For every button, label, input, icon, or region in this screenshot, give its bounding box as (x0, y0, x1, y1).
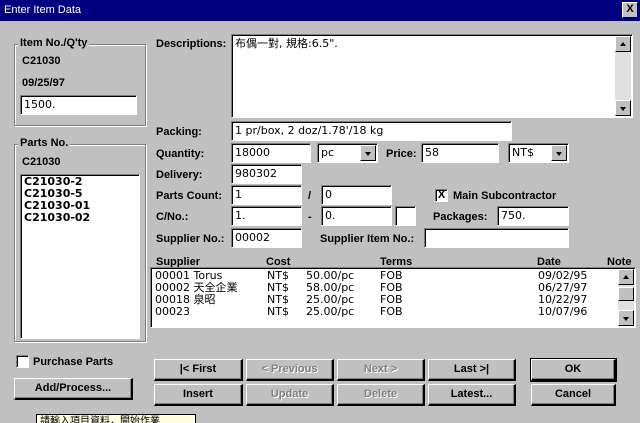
descriptions-label: Descriptions: (156, 38, 227, 50)
close-button[interactable]: X (622, 2, 638, 18)
last-button[interactable]: Last >| (428, 359, 516, 381)
grid-cell-cost: 25.00/pc (306, 305, 355, 318)
item-date-text: 09/25/97 (22, 77, 65, 89)
list-item[interactable]: C21030-02 (24, 212, 136, 224)
scroll-thumb[interactable] (618, 287, 634, 301)
supplier-item-no-input[interactable] (424, 228, 569, 248)
insert-button[interactable]: Insert (154, 384, 243, 406)
next-button[interactable]: Next > (337, 359, 425, 381)
parts-listbox[interactable]: C21030-2 C21030-5 C21030-01 C21030-02 (20, 174, 140, 339)
supplier-no-label: Supplier No.: (156, 233, 225, 245)
cno-to-input[interactable]: 0. (321, 206, 392, 226)
title-bar: Enter Item Data (0, 0, 640, 21)
qty-input[interactable]: 1500. (20, 95, 137, 115)
scroll-up-icon[interactable] (615, 36, 631, 52)
parts-count-separator: / (308, 190, 312, 202)
main-subcontractor-label: Main Subcontractor (453, 190, 557, 202)
cancel-button[interactable]: Cancel (531, 384, 616, 406)
descriptions-scrollbar[interactable] (615, 36, 631, 116)
scroll-down-icon[interactable] (618, 310, 634, 326)
price-input[interactable]: 58 (421, 143, 499, 163)
window-title: Enter Item Data (4, 4, 82, 16)
status-tooltip: 請輸入項目資料，開始作業 (36, 414, 196, 423)
update-button[interactable]: Update (246, 384, 334, 406)
quantity-input[interactable]: 18000 (231, 143, 311, 163)
cno-label: C/No.: (156, 211, 189, 223)
supplier-no-input[interactable]: 00002 (231, 228, 302, 248)
table-row[interactable]: 00023 NT$ 25.00/pc FOB 10/07/96 (151, 306, 619, 318)
delete-button[interactable]: Delete (337, 384, 425, 406)
scroll-down-icon[interactable] (615, 100, 631, 116)
chevron-down-icon[interactable] (551, 145, 567, 161)
cno-from-input[interactable]: 1. (231, 206, 302, 226)
delivery-label: Delivery: (156, 169, 203, 181)
status-text: 請輸入項目資料，開始作業 (40, 416, 160, 423)
grid-cell-terms: FOB (380, 305, 403, 318)
delivery-input[interactable]: 980302 (231, 164, 302, 184)
purchase-parts-label: Purchase Parts (33, 356, 114, 368)
currency-select[interactable]: NT$ (508, 143, 569, 163)
item-no-text: C21030 (22, 55, 61, 67)
currency-value: NT$ (512, 146, 534, 159)
ok-button[interactable]: OK (530, 358, 617, 382)
grid-cell-date: 10/07/96 (538, 305, 588, 318)
main-subcontractor-checkbox[interactable]: X (435, 189, 448, 202)
purchase-parts-checkbox[interactable] (16, 355, 29, 368)
parts-count-input[interactable]: 1 (231, 185, 302, 205)
packing-label: Packing: (156, 126, 202, 138)
descriptions-text: 布偶一對, 規格:6.5". (235, 37, 338, 50)
unit-value: pc (321, 146, 335, 159)
previous-button[interactable]: < Previous (246, 359, 334, 381)
parts-current-text: C21030 (22, 156, 61, 168)
scroll-up-icon[interactable] (618, 269, 634, 285)
grid-scrollbar[interactable] (618, 269, 634, 326)
chevron-down-icon[interactable] (360, 145, 376, 161)
descriptions-textarea[interactable]: 布偶一對, 規格:6.5". (231, 34, 633, 118)
parts-count-label: Parts Count: (156, 190, 222, 202)
packing-input[interactable]: 1 pr/box, 2 doz/1.78'/18 kg (231, 121, 512, 141)
price-label: Price: (386, 148, 417, 160)
item-qty-legend: Item No./Q'ty (18, 37, 90, 49)
first-button[interactable]: |< First (154, 359, 243, 381)
parts-no-legend: Parts No. (18, 137, 71, 149)
cno-separator: - (308, 211, 312, 223)
latest-button[interactable]: Latest... (428, 384, 516, 406)
grid-cell-supplier: 00023 (155, 305, 190, 318)
packages-label: Packages: (433, 211, 488, 223)
cno-suffix-input[interactable] (395, 206, 416, 226)
unit-select[interactable]: pc (317, 143, 378, 163)
quantity-label: Quantity: (156, 148, 205, 160)
parts-count-total-input[interactable]: 0 (321, 185, 392, 205)
supplier-item-no-label: Supplier Item No.: (320, 233, 415, 245)
packages-input[interactable]: 750. (497, 206, 569, 226)
add-process-button[interactable]: Add/Process... (14, 378, 133, 400)
supplier-grid[interactable]: 00001 Torus NT$ 50.00/pc FOB 09/02/95 00… (150, 267, 636, 328)
grid-cell-currency: NT$ (267, 305, 289, 318)
